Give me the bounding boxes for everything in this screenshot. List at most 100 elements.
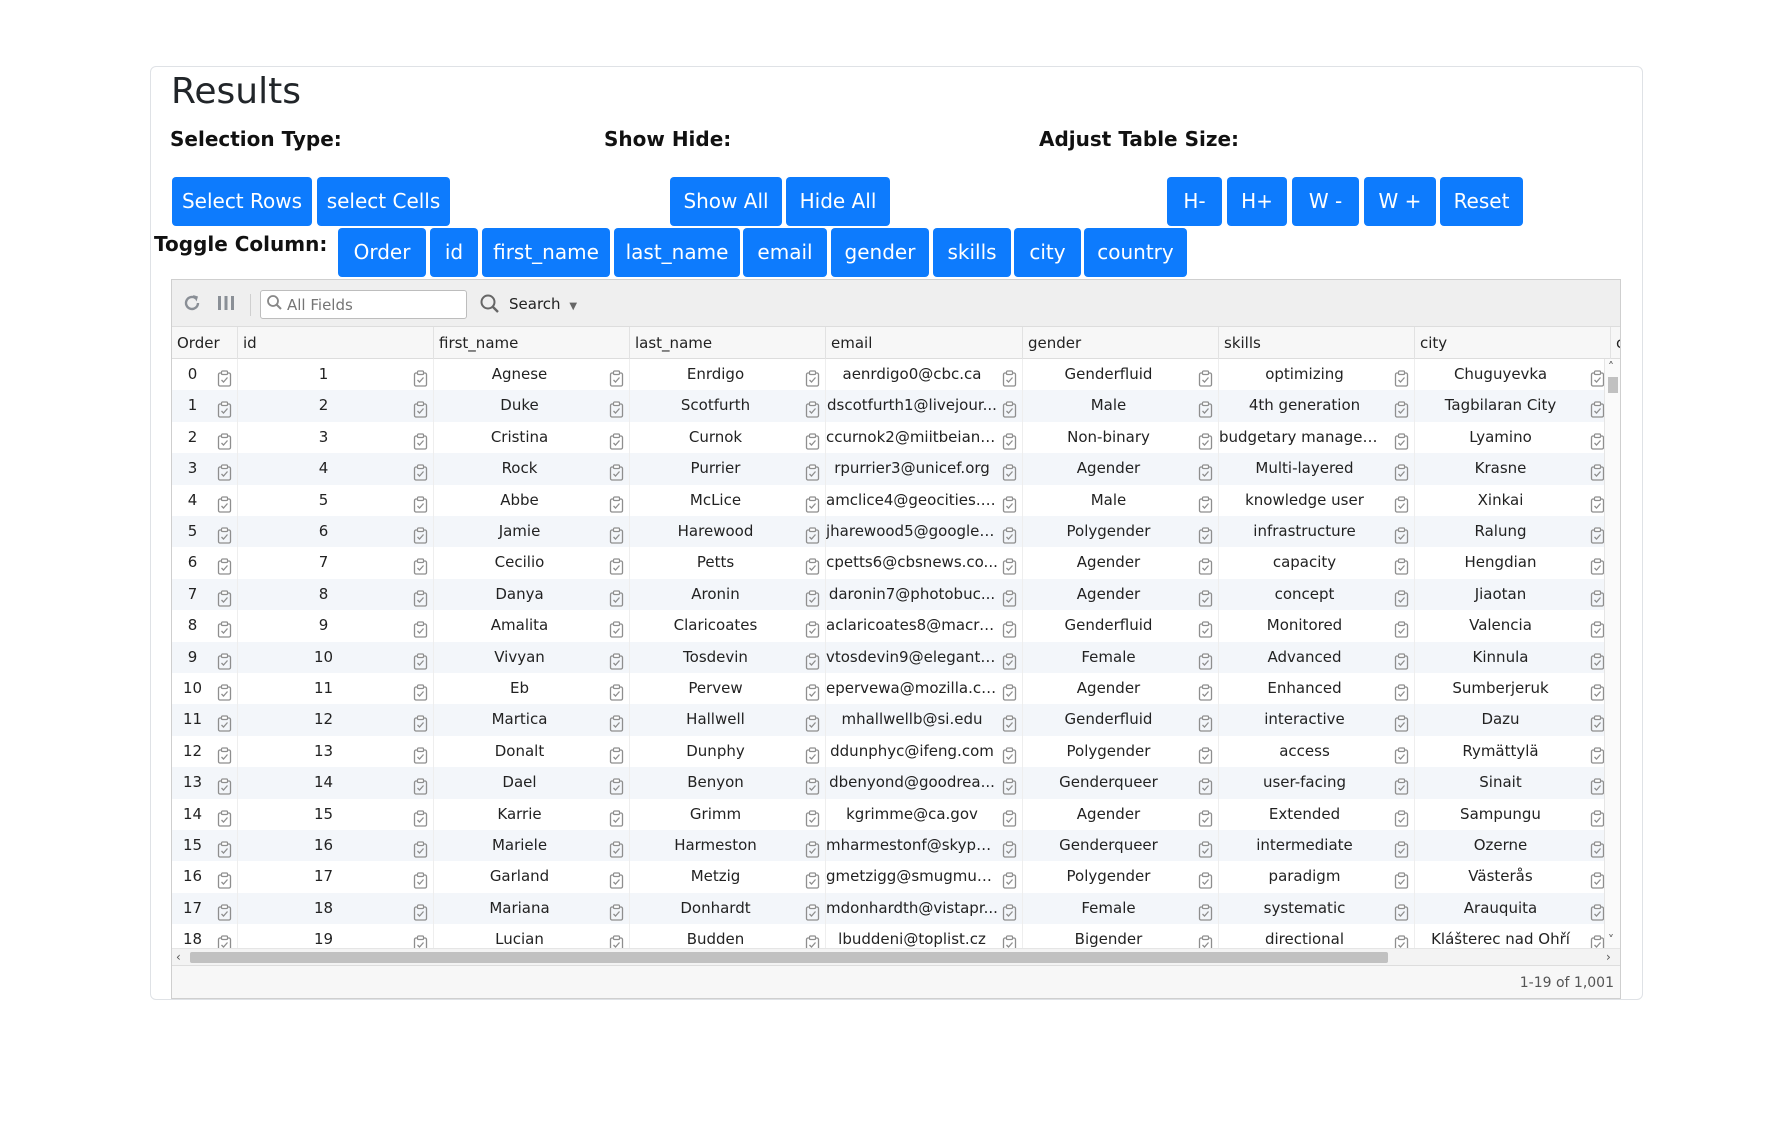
clipboard-icon[interactable]: [805, 398, 820, 419]
toggle-id-button[interactable]: id: [430, 228, 478, 277]
clipboard-icon[interactable]: [1198, 587, 1213, 607]
clipboard-icon[interactable]: [1590, 807, 1605, 827]
toggle-skills-button[interactable]: skills: [933, 228, 1011, 277]
clipboard-icon[interactable]: [217, 681, 232, 701]
clipboard-icon[interactable]: [413, 587, 428, 607]
clipboard-icon[interactable]: [1198, 493, 1213, 513]
table-cell[interactable]: Karrie: [434, 798, 630, 830]
table-cell[interactable]: 8: [172, 610, 238, 642]
clipboard-icon[interactable]: [805, 461, 820, 481]
clipboard-icon[interactable]: [805, 367, 820, 387]
table-cell[interactable]: Jamie: [434, 516, 630, 548]
table-row[interactable]: 2 3 Cristina Curnok ccurnok2@miitbeian.... No…: [172, 421, 1605, 454]
table-cell[interactable]: Mariele: [434, 830, 630, 862]
clipboard-icon[interactable]: [1198, 398, 1213, 419]
clipboard-icon[interactable]: [1590, 838, 1605, 858]
clipboard-icon[interactable]: [217, 712, 232, 733]
table-cell[interactable]: 8: [238, 578, 434, 611]
vertical-scrollbar[interactable]: ˄ ˅: [1604, 359, 1620, 948]
clipboard-icon[interactable]: [1394, 712, 1409, 733]
clipboard-icon[interactable]: [1002, 367, 1017, 387]
clipboard-icon[interactable]: [1198, 712, 1213, 733]
table-cell[interactable]: aenrdigo0@cbc.ca: [826, 359, 1023, 391]
table-cell[interactable]: Cristina: [434, 421, 630, 454]
clipboard-icon[interactable]: [1590, 869, 1605, 890]
table-cell[interactable]: Monitored: [1219, 610, 1415, 642]
table-row[interactable]: 9 10 Vivyan Tosdevin vtosdevin9@elegantt... F…: [172, 641, 1605, 673]
column-header[interactable]: gender: [1023, 327, 1219, 359]
table-cell[interactable]: 13: [172, 767, 238, 799]
table-cell[interactable]: 14: [172, 798, 238, 830]
table-row[interactable]: 12 13 Donalt Dunphy ddunphyc@ifeng.com Polyge…: [172, 735, 1605, 768]
clipboard-icon[interactable]: [1198, 367, 1213, 387]
table-cell[interactable]: Harewood: [630, 516, 826, 548]
toggle-gender-button[interactable]: gender: [831, 228, 929, 277]
table-cell[interactable]: Advanced: [1219, 641, 1415, 673]
table-cell[interactable]: Rock: [434, 453, 630, 485]
table-cell[interactable]: Extended: [1219, 798, 1415, 830]
clipboard-icon[interactable]: [1590, 618, 1605, 638]
clipboard-icon[interactable]: [609, 430, 624, 450]
clipboard-icon[interactable]: [1002, 587, 1017, 607]
table-cell[interactable]: Rymättylä: [1415, 736, 1605, 767]
clipboard-icon[interactable]: [217, 618, 232, 638]
clipboard-icon[interactable]: [1590, 493, 1605, 513]
table-cell[interactable]: Ozerne: [1415, 830, 1605, 861]
clipboard-icon[interactable]: [1002, 932, 1017, 948]
table-cell[interactable]: 12: [238, 704, 434, 736]
table-row[interactable]: 8 9 Amalita Claricoates aclaricoates8@macro.…: [172, 610, 1605, 642]
hide-all-button[interactable]: Hide All: [786, 177, 890, 226]
clipboard-icon[interactable]: [413, 493, 428, 513]
table-row[interactable]: 15 16 Mariele Harmeston mharmestonf@skype...…: [172, 830, 1605, 862]
clipboard-icon[interactable]: [609, 838, 624, 858]
clipboard-icon[interactable]: [1198, 775, 1213, 795]
clipboard-icon[interactable]: [1394, 681, 1409, 701]
reset-size-button[interactable]: Reset: [1440, 177, 1523, 226]
show-all-button[interactable]: Show All: [670, 177, 782, 226]
table-cell[interactable]: Krasne: [1415, 453, 1605, 484]
clipboard-icon[interactable]: [1198, 807, 1213, 827]
height-decrease-button[interactable]: H-: [1167, 177, 1222, 226]
table-cell[interactable]: Arauquita: [1415, 893, 1605, 924]
table-cell[interactable]: mhallwellb@si.edu: [826, 704, 1023, 736]
table-row[interactable]: 3 4 Rock Purrier rpurrier3@unicef.org Agender…: [172, 453, 1605, 485]
table-cell[interactable]: lbuddeni@toplist.cz: [826, 924, 1023, 948]
clipboard-icon[interactable]: [1198, 430, 1213, 450]
clipboard-icon[interactable]: [1590, 587, 1605, 607]
table-cell[interactable]: Genderqueer: [1023, 767, 1219, 799]
table-cell[interactable]: Purrier: [630, 453, 826, 485]
clipboard-icon[interactable]: [1590, 775, 1605, 795]
clipboard-icon[interactable]: [413, 807, 428, 827]
clipboard-icon[interactable]: [1590, 430, 1605, 450]
select-cells-button[interactable]: select Cells: [317, 177, 450, 226]
clipboard-icon[interactable]: [805, 901, 820, 921]
clipboard-icon[interactable]: [1394, 493, 1409, 513]
clipboard-icon[interactable]: [1394, 618, 1409, 638]
clipboard-icon[interactable]: [217, 555, 232, 576]
table-cell[interactable]: Scotfurth: [630, 390, 826, 422]
clipboard-icon[interactable]: [1198, 555, 1213, 576]
table-cell[interactable]: Polygender: [1023, 861, 1219, 893]
table-cell[interactable]: Tosdevin: [630, 641, 826, 673]
clipboard-icon[interactable]: [217, 775, 232, 795]
clipboard-icon[interactable]: [1002, 712, 1017, 733]
table-cell[interactable]: systematic: [1219, 892, 1415, 925]
table-cell[interactable]: Female: [1023, 641, 1219, 673]
table-cell[interactable]: 6: [172, 547, 238, 579]
scroll-right-icon[interactable]: ›: [1606, 949, 1611, 965]
table-row[interactable]: 18 19 Lucian Budden lbuddeni@toplist.cz Bigen…: [172, 924, 1605, 948]
clipboard-icon[interactable]: [1002, 838, 1017, 858]
clipboard-icon[interactable]: [217, 493, 232, 513]
table-cell[interactable]: Tagbilaran City: [1415, 390, 1605, 421]
table-cell[interactable]: ddunphyc@ifeng.com: [826, 735, 1023, 768]
table-cell[interactable]: 11: [238, 673, 434, 705]
table-cell[interactable]: 16: [172, 861, 238, 893]
table-cell[interactable]: Eb: [434, 673, 630, 705]
table-cell[interactable]: Sampungu: [1415, 799, 1605, 830]
table-cell[interactable]: 0: [172, 359, 238, 391]
toggle-last-name-button[interactable]: last_name: [614, 228, 740, 277]
table-cell[interactable]: infrastructure: [1219, 516, 1415, 548]
clipboard-icon[interactable]: [609, 618, 624, 638]
table-row[interactable]: 0 1 Agnese Enrdigo aenrdigo0@cbc.ca Genderflu…: [172, 359, 1605, 391]
clipboard-icon[interactable]: [1002, 430, 1017, 450]
